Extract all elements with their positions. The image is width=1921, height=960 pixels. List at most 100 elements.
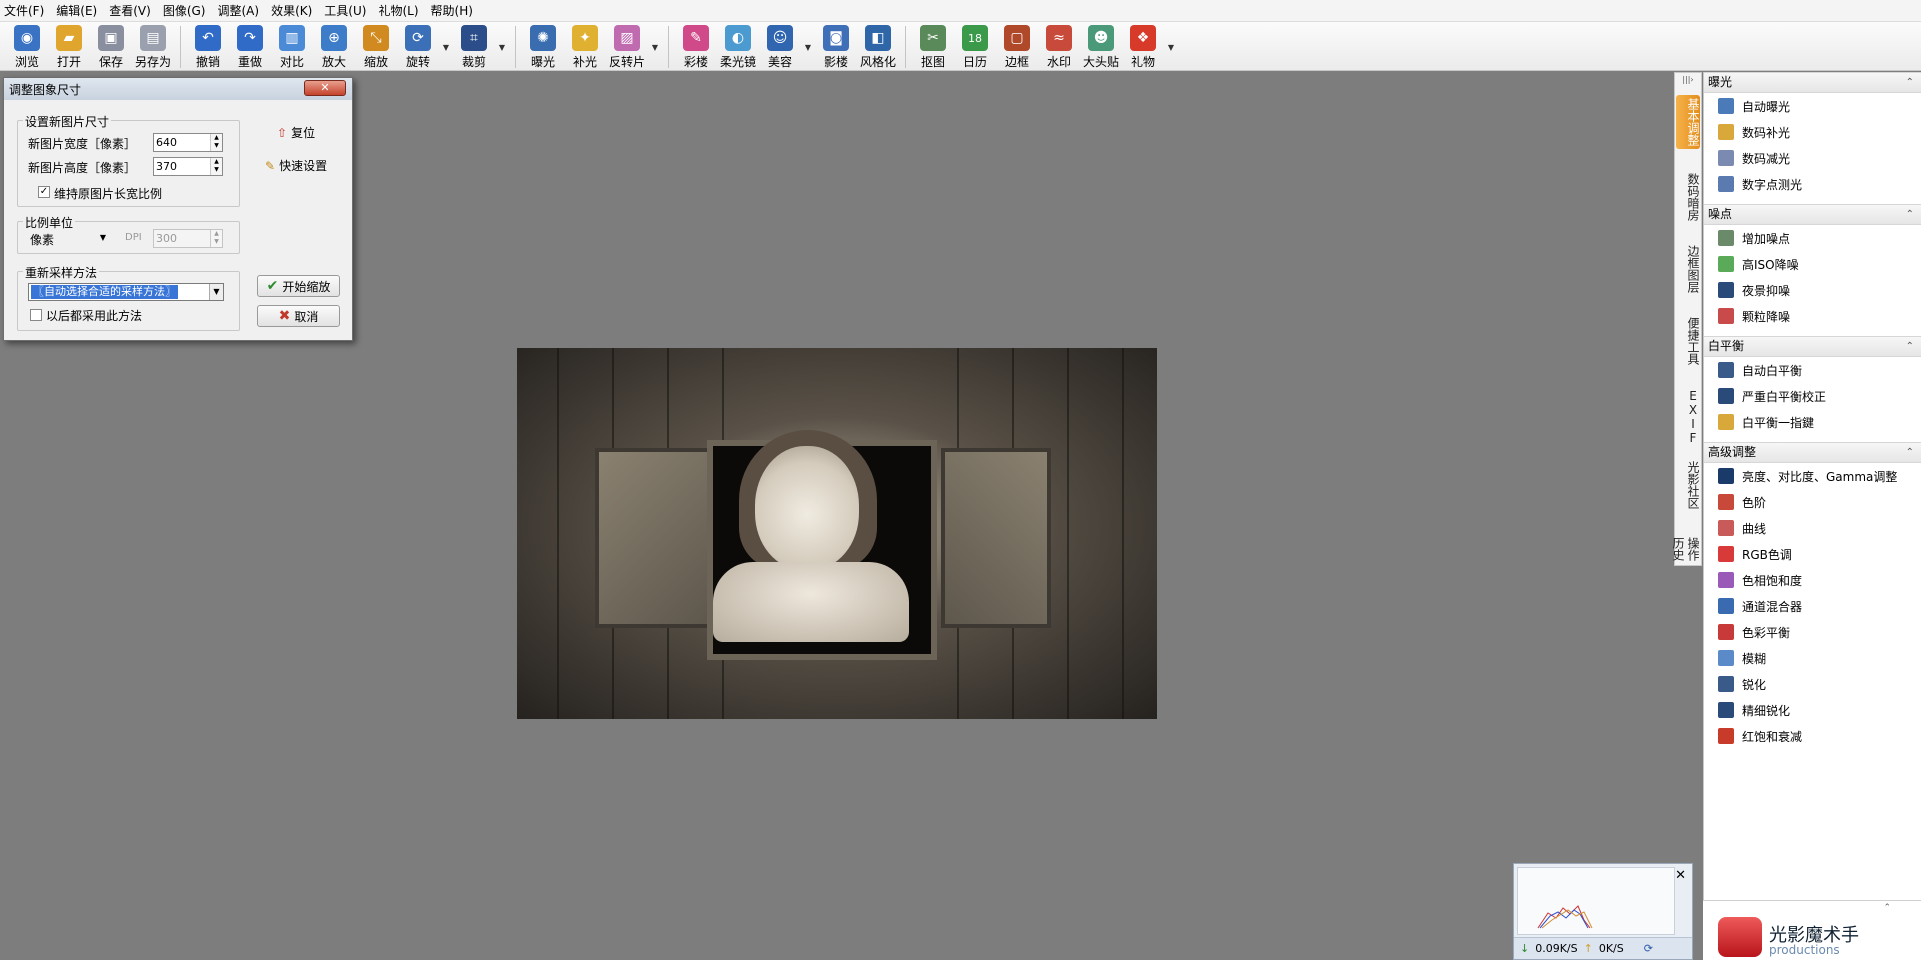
toolbar-button-compare[interactable]: ▥ 对比	[271, 22, 313, 70]
menu-item[interactable]: 调整(A)	[217, 2, 259, 19]
width-input[interactable]: 640 ▲ ▼	[153, 133, 223, 152]
chevron-down-icon[interactable]: ▼	[439, 22, 453, 70]
collapse-arrows-icon[interactable]: |||›	[1677, 75, 1699, 87]
toolbar-button-exposure[interactable]: ✺ 曝光	[522, 22, 564, 70]
toolbar-button-cutout[interactable]: ✂ 抠图	[912, 22, 954, 70]
toolbar-button-beauty[interactable]: ☺ 美容	[759, 22, 801, 70]
panel-item-digital-reduce-light[interactable]: 数码减光	[1718, 148, 1790, 168]
toolbar-button-save[interactable]: ▣ 保存	[90, 22, 132, 70]
vertical-tab[interactable]: 操作历史	[1671, 533, 1700, 565]
panel-item-levels[interactable]: 色阶	[1718, 492, 1766, 512]
dialog-close-button[interactable]: ✕	[304, 80, 346, 96]
vertical-tab[interactable]: 基本调整	[1676, 95, 1700, 149]
cancel-button[interactable]: ✖ 取消	[257, 305, 340, 327]
menu-item[interactable]: 编辑(E)	[56, 2, 97, 19]
height-spinner[interactable]: ▲ ▼	[210, 158, 222, 175]
menu-item[interactable]: 效果(K)	[271, 2, 312, 19]
quick-settings-button[interactable]: ✎ 快速设置	[265, 157, 327, 174]
start-resize-button[interactable]: ✔ 开始缩放	[257, 275, 340, 297]
chevron-down-icon[interactable]: ▼	[495, 22, 509, 70]
menu-item[interactable]: 图像(G)	[163, 2, 206, 19]
toolbar-button-watermark[interactable]: ≈ 水印	[1038, 22, 1080, 70]
toolbar-button-undo[interactable]: ↶ 撤销	[187, 22, 229, 70]
resample-select[interactable]: 〖自动选择合适的采样方法〗 ▼	[28, 283, 224, 301]
toolbar-button-stylize[interactable]: ◧ 风格化	[857, 22, 899, 70]
toolbar-button-folder-open[interactable]: ▰ 打开	[48, 22, 90, 70]
redo-icon: ↷	[237, 25, 263, 51]
panel-item-add-noise[interactable]: 增加噪点	[1718, 228, 1790, 248]
panel-item-fine-sharpen[interactable]: 精细锐化	[1718, 700, 1790, 720]
collapse-up-icon[interactable]: ⌃	[1906, 205, 1914, 224]
panel-section-header[interactable]: 曝光 ⌃	[1704, 72, 1921, 93]
unit-select[interactable]: 像素 ▼	[30, 231, 110, 247]
toolbar-button-gift[interactable]: ❖ 礼物	[1122, 22, 1164, 70]
histogram-close-button[interactable]: ✕	[1675, 868, 1686, 883]
panel-item-blur[interactable]: 模糊	[1718, 648, 1766, 668]
double-chevron-up-icon[interactable]: ⌃	[1883, 903, 1891, 913]
spin-down-icon[interactable]: ▼	[211, 142, 222, 150]
panel-item-white-balance-correct[interactable]: 严重白平衡校正	[1718, 386, 1826, 406]
vertical-tab[interactable]: 便捷工具	[1676, 317, 1700, 365]
menu-item[interactable]: 工具(U)	[324, 2, 366, 19]
vertical-tab[interactable]: 数码暗房	[1676, 173, 1700, 221]
panel-item-color-balance[interactable]: 色彩平衡	[1718, 622, 1790, 642]
panel-item-red-saturation[interactable]: 红饱和衰减	[1718, 726, 1802, 746]
chevron-down-icon[interactable]: ▼	[209, 284, 223, 300]
panel-item-sharpen[interactable]: 锐化	[1718, 674, 1766, 694]
menu-item[interactable]: 文件(F)	[4, 2, 44, 19]
panel-item-white-balance-one-click[interactable]: 白平衡一指鍵	[1718, 412, 1814, 432]
panel-item-night-denoise[interactable]: 夜景抑噪	[1718, 280, 1790, 300]
chevron-down-icon[interactable]: ▼	[801, 22, 815, 70]
panel-item-hue-saturation[interactable]: 色相饱和度	[1718, 570, 1802, 590]
width-value: 640	[156, 136, 177, 149]
toolbar-button-soft-light[interactable]: ◐ 柔光镜	[717, 22, 759, 70]
toolbar-button-redo[interactable]: ↷ 重做	[229, 22, 271, 70]
panel-item-auto-white-balance[interactable]: 自动白平衡	[1718, 360, 1802, 380]
toolbar-button-crop[interactable]: ⌗ 裁剪	[453, 22, 495, 70]
collapse-up-icon[interactable]: ⌃	[1906, 443, 1914, 462]
panel-item-rgb-tone[interactable]: RGB色调	[1718, 544, 1792, 564]
spin-up-icon[interactable]: ▲	[211, 134, 222, 142]
panel-item-curves[interactable]: 曲线	[1718, 518, 1766, 538]
panel-item-spot-metering[interactable]: 数字点测光	[1718, 174, 1802, 194]
collapse-up-icon[interactable]: ⌃	[1906, 337, 1914, 356]
panel-section-header[interactable]: 白平衡 ⌃	[1704, 336, 1921, 357]
spin-up-icon[interactable]: ▲	[211, 158, 222, 166]
menu-item[interactable]: 礼物(L)	[378, 2, 418, 19]
toolbar-button-zoom-in[interactable]: ⊕ 放大	[313, 22, 355, 70]
toolbar-button-reversal-film[interactable]: ▨ 反转片	[606, 22, 648, 70]
vertical-tab[interactable]: 边框图层	[1676, 245, 1700, 293]
toolbar-button-resize[interactable]: ⤡ 缩放	[355, 22, 397, 70]
toolbar-button-color-pen[interactable]: ✎ 彩楼	[675, 22, 717, 70]
height-input[interactable]: 370 ▲ ▼	[153, 157, 223, 176]
spin-down-icon[interactable]: ▼	[211, 166, 222, 174]
panel-item-digital-fill-light[interactable]: 数码补光	[1718, 122, 1790, 142]
chevron-down-icon[interactable]: ▼	[1164, 22, 1178, 70]
menu-item[interactable]: 帮助(H)	[431, 2, 473, 19]
panel-item-auto-exposure[interactable]: 自动曝光	[1718, 96, 1790, 116]
toolbar-button-fill-light[interactable]: ✦ 补光	[564, 22, 606, 70]
refresh-icon[interactable]: ⟳	[1644, 942, 1653, 955]
toolbar-button-browse[interactable]: ◉ 浏览	[6, 22, 48, 70]
toolbar-button-calendar[interactable]: 18 日历	[954, 22, 996, 70]
panel-item-high-iso-denoise[interactable]: 高ISO降噪	[1718, 254, 1799, 274]
collapse-up-icon[interactable]: ⌃	[1906, 73, 1914, 92]
chevron-down-icon[interactable]: ▼	[648, 22, 662, 70]
panel-item-channel-mixer[interactable]: 通道混合器	[1718, 596, 1802, 616]
toolbar-button-studio[interactable]: ◙ 影楼	[815, 22, 857, 70]
toolbar-button-frame[interactable]: ▢ 边框	[996, 22, 1038, 70]
toolbar-button-photo-sticker[interactable]: ☻ 大头贴	[1080, 22, 1122, 70]
panel-section-header[interactable]: 噪点 ⌃	[1704, 204, 1921, 225]
panel-item-brightness-contrast[interactable]: 亮度、对比度、Gamma调整	[1718, 466, 1897, 486]
keep-ratio-checkbox[interactable]: ✓	[38, 186, 50, 198]
reset-button[interactable]: ⇧ 复位	[277, 124, 315, 141]
panel-section-header[interactable]: 高级调整 ⌃	[1704, 442, 1921, 463]
menu-item[interactable]: 查看(V)	[109, 2, 151, 19]
vertical-tab[interactable]: 光影社区	[1676, 461, 1700, 509]
toolbar-button-rotate[interactable]: ⟳ 旋转	[397, 22, 439, 70]
toolbar-button-save-as[interactable]: ▤ 另存为	[132, 22, 174, 70]
width-spinner[interactable]: ▲ ▼	[210, 134, 222, 151]
always-use-checkbox[interactable]	[30, 309, 42, 321]
vertical-tab[interactable]: EXIF	[1676, 389, 1700, 445]
panel-item-grain-denoise[interactable]: 颗粒降噪	[1718, 306, 1790, 326]
